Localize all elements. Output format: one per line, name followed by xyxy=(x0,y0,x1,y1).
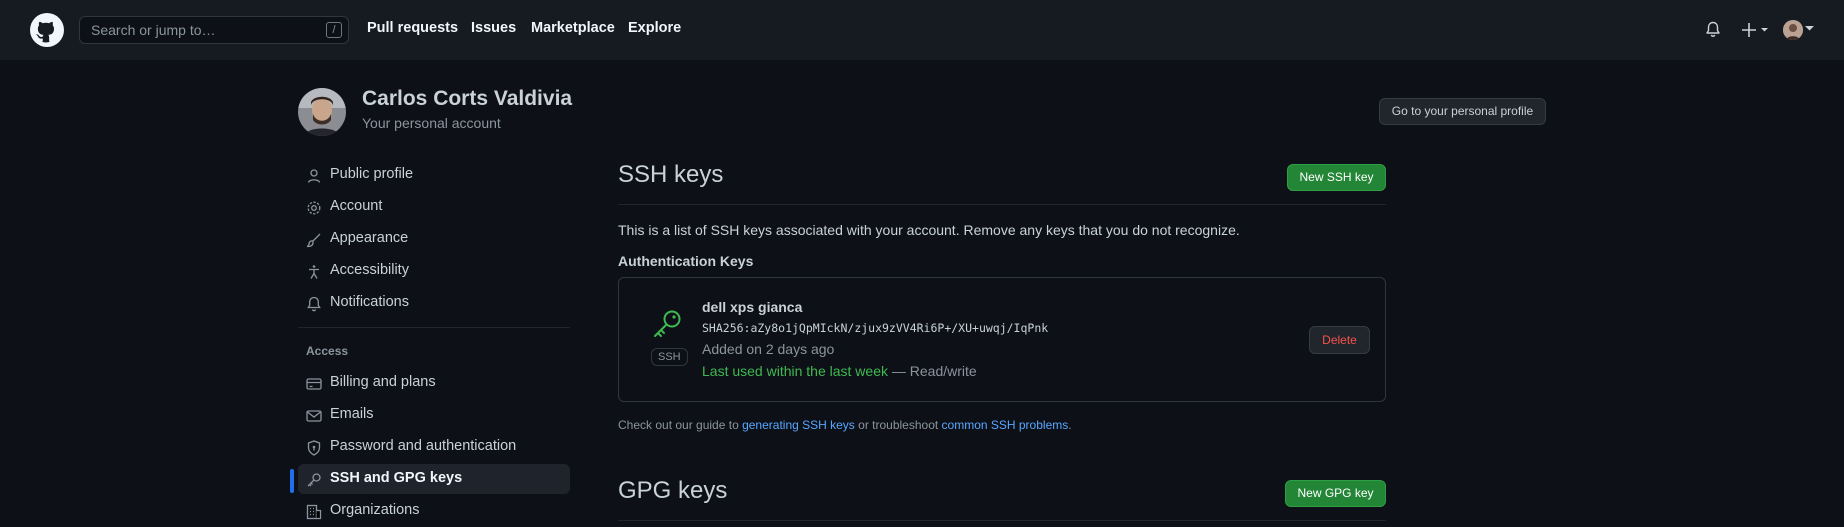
nav-explore[interactable]: Explore xyxy=(628,20,681,36)
top-header: Search or jump to… / Pull requests Issue… xyxy=(0,0,1844,60)
new-gpg-key-button[interactable]: New GPG key xyxy=(1285,480,1386,507)
person-icon xyxy=(307,169,321,183)
search-shortcut-badge: / xyxy=(326,22,342,38)
go-to-profile-button[interactable]: Go to your personal profile xyxy=(1379,98,1546,125)
common-ssh-problems-link[interactable]: common SSH problems xyxy=(942,418,1069,432)
account-name: Carlos Corts Valdivia xyxy=(362,87,573,110)
ssh-key-item: SSH dell xps gianca SHA256:aZy8o1jQpMIck… xyxy=(618,277,1386,402)
ssh-guide-text: Check out our guide to generating SSH ke… xyxy=(618,418,1072,432)
sidebar-item-label: Public profile xyxy=(330,166,414,182)
organization-icon xyxy=(306,504,322,520)
key-fingerprint: SHA256:aZy8o1jQpMIckN/zjux9zVV4Ri6P+/XU+… xyxy=(702,321,1049,335)
sidebar-item-organizations[interactable]: Organizations xyxy=(298,496,570,526)
key-icon xyxy=(654,310,681,337)
sidebar-item-label: Account xyxy=(330,198,383,214)
delete-key-button[interactable]: Delete xyxy=(1309,326,1370,354)
sidebar-item-billing[interactable]: Billing and plans xyxy=(298,368,570,398)
ssh-type-badge: SSH xyxy=(651,348,688,366)
key-added-date: Added on 2 days ago xyxy=(702,341,835,357)
sidebar-item-label: SSH and GPG keys xyxy=(330,470,463,486)
sidebar-item-accessibility[interactable]: Accessibility xyxy=(298,256,570,286)
sidebar-item-label: Appearance xyxy=(330,230,409,246)
key-icon xyxy=(307,473,321,487)
bell-icon xyxy=(307,296,321,312)
sidebar-item-label: Notifications xyxy=(330,294,409,310)
user-avatar[interactable] xyxy=(1783,20,1803,40)
sidebar-item-label: Organizations xyxy=(330,502,420,518)
sidebar-item-notifications[interactable]: Notifications xyxy=(298,288,570,318)
key-title: dell xps gianca xyxy=(702,299,803,315)
key-last-used: Last used within the last week — Read/wr… xyxy=(702,363,977,379)
sidebar-divider xyxy=(298,327,570,328)
nav-pull-requests[interactable]: Pull requests xyxy=(367,20,458,36)
search-input[interactable]: Search or jump to… / xyxy=(79,16,349,44)
guide-middle: or troubleshoot xyxy=(854,418,942,432)
mail-icon xyxy=(306,410,322,422)
guide-prefix: Check out our guide to xyxy=(618,418,743,432)
account-subtitle: Your personal account xyxy=(362,115,501,131)
nav-marketplace[interactable]: Marketplace xyxy=(531,20,615,36)
search-placeholder: Search or jump to… xyxy=(91,22,216,38)
profile-photo-icon xyxy=(298,88,346,136)
sidebar-item-label: Emails xyxy=(330,406,374,422)
gear-icon xyxy=(307,201,321,215)
key-last-used-text: Last used within the last week xyxy=(702,363,888,379)
shield-lock-icon xyxy=(307,440,321,456)
gpg-keys-title: GPG keys xyxy=(618,477,728,504)
nav-issues[interactable]: Issues xyxy=(471,20,516,36)
github-logo-icon[interactable] xyxy=(30,13,64,47)
accessibility-icon xyxy=(309,265,319,279)
selected-item-indicator xyxy=(290,469,294,493)
bell-icon[interactable] xyxy=(1705,21,1721,38)
sidebar-item-password-authentication[interactable]: Password and authentication xyxy=(298,432,570,462)
generating-ssh-keys-link[interactable]: generating SSH keys xyxy=(742,418,855,432)
profile-avatar xyxy=(298,88,346,136)
credit-card-icon xyxy=(306,378,322,390)
sidebar-item-label: Billing and plans xyxy=(330,374,436,390)
sidebar-item-label: Password and authentication xyxy=(330,438,517,454)
sidebar-item-public-profile[interactable]: Public profile xyxy=(298,160,570,190)
key-access-level: — Read/write xyxy=(888,363,977,379)
authentication-keys-heading: Authentication Keys xyxy=(618,253,754,269)
guide-suffix: . xyxy=(1068,418,1072,432)
plus-dropdown-icon[interactable] xyxy=(1742,22,1772,38)
avatar-photo-icon xyxy=(1783,20,1803,40)
section-divider xyxy=(618,520,1386,521)
sidebar-item-emails[interactable]: Emails xyxy=(298,400,570,430)
new-ssh-key-button[interactable]: New SSH key xyxy=(1287,164,1386,191)
ssh-keys-title: SSH keys xyxy=(618,161,724,188)
ssh-description: This is a list of SSH keys associated wi… xyxy=(618,222,1240,238)
caret-down-icon[interactable] xyxy=(1805,26,1814,32)
paintbrush-icon xyxy=(306,233,321,248)
sidebar-item-label: Accessibility xyxy=(330,262,409,278)
sidebar-item-appearance[interactable]: Appearance xyxy=(298,224,570,254)
sidebar-access-heading: Access xyxy=(306,344,349,358)
sidebar-item-ssh-gpg-keys[interactable]: SSH and GPG keys xyxy=(298,464,570,494)
sidebar-item-account[interactable]: Account xyxy=(298,192,570,222)
section-divider xyxy=(618,204,1386,205)
